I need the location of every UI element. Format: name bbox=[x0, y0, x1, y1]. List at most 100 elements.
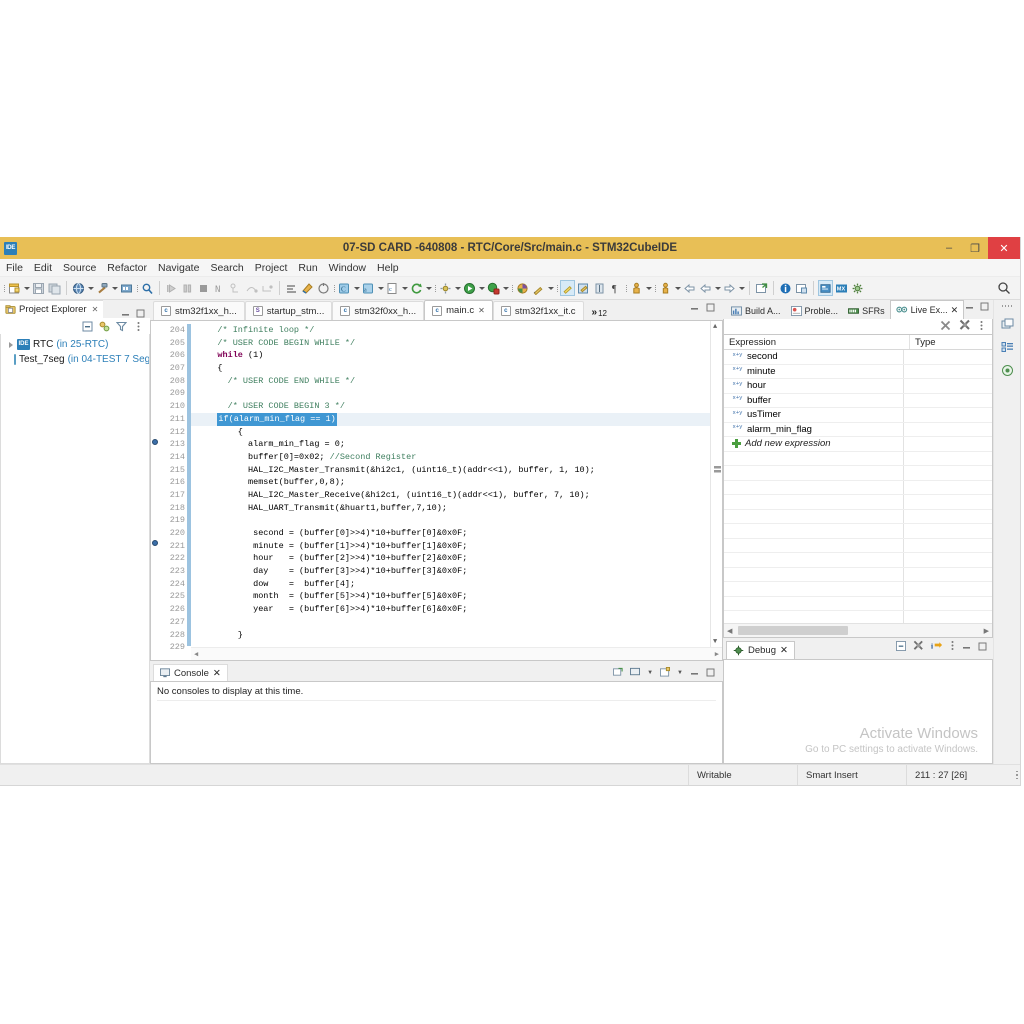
scroll-left-icon[interactable]: ◀ bbox=[194, 650, 198, 659]
gear-icon[interactable] bbox=[850, 280, 865, 296]
step-filters-icon[interactable]: i bbox=[931, 638, 943, 656]
table-row[interactable]: x+y buffer bbox=[724, 393, 992, 408]
status-resize-handle[interactable] bbox=[1014, 770, 1020, 780]
menu-item-search[interactable]: Search bbox=[210, 262, 243, 274]
debug-icon[interactable] bbox=[486, 280, 501, 296]
pilcrow-icon[interactable]: ¶ bbox=[608, 280, 623, 296]
table-row[interactable]: x+y usTimer bbox=[724, 408, 992, 423]
run-icon[interactable] bbox=[462, 280, 477, 296]
display-console-arrow[interactable]: ▼ bbox=[647, 670, 653, 676]
close-icon[interactable]: ✕ bbox=[213, 668, 221, 679]
tab-debug[interactable]: Debug ✕ bbox=[726, 641, 795, 659]
toolbar-drag-handle[interactable] bbox=[2, 281, 6, 295]
tab-live-expressions[interactable]: Live Ex... ✕ bbox=[889, 300, 965, 319]
display-console-icon[interactable] bbox=[630, 664, 641, 682]
open-perspective-icon[interactable] bbox=[515, 280, 530, 296]
build-icon[interactable] bbox=[71, 280, 86, 296]
tree-item-rtc[interactable]: IDE RTC (in 25-RTC) bbox=[1, 337, 149, 352]
close-icon[interactable]: ✕ bbox=[478, 306, 485, 315]
breakpoint-marker-213[interactable] bbox=[152, 439, 158, 445]
search-debug-icon[interactable] bbox=[140, 280, 155, 296]
toolbar-group-handle-2[interactable] bbox=[135, 281, 139, 295]
editor-tab-startup-stm[interactable]: S startup_stm... bbox=[244, 301, 333, 320]
menu-item-navigate[interactable]: Navigate bbox=[158, 262, 199, 274]
scroll-up-icon[interactable]: ▲ bbox=[713, 323, 717, 331]
pin-console-icon[interactable] bbox=[660, 664, 671, 682]
restore-window-button[interactable]: ❐ bbox=[962, 237, 988, 259]
properties-icon[interactable] bbox=[794, 280, 809, 296]
remove-all-expressions-icon[interactable] bbox=[959, 318, 971, 336]
table-row[interactable]: x+y alarm_min_flag bbox=[724, 422, 992, 437]
device-config-icon[interactable] bbox=[818, 280, 833, 296]
debug-arrow[interactable] bbox=[502, 280, 509, 296]
remove-expression-icon[interactable] bbox=[940, 318, 951, 336]
breakpoint-marker-221[interactable] bbox=[152, 540, 158, 546]
forward-arrow[interactable] bbox=[738, 280, 745, 296]
menu-item-edit[interactable]: Edit bbox=[34, 262, 52, 274]
table-row[interactable]: x+y minute bbox=[724, 364, 992, 379]
view-menu-icon[interactable] bbox=[133, 321, 144, 332]
project-tree[interactable]: IDE RTC (in 25-RTC) Test_7seg (in 04-TES… bbox=[0, 334, 150, 764]
scrollbar-thumb[interactable] bbox=[738, 626, 848, 635]
add-new-expression-row[interactable]: Add new expression bbox=[724, 437, 992, 452]
expressions-horizontal-scrollbar[interactable]: ◀ ▶ bbox=[724, 623, 992, 637]
hammer-dropdown-arrow[interactable] bbox=[111, 280, 118, 296]
new-dropdown-arrow[interactable] bbox=[23, 280, 30, 296]
instruction-stepping-icon[interactable] bbox=[300, 280, 315, 296]
minimize-window-button[interactable]: – bbox=[936, 237, 962, 259]
table-row[interactable]: x+y hour bbox=[724, 379, 992, 394]
minimize-icon[interactable] bbox=[121, 305, 130, 316]
collapse-all-icon[interactable] bbox=[896, 638, 906, 656]
back-arrow[interactable] bbox=[714, 280, 721, 296]
column-header-expression[interactable]: Expression bbox=[724, 335, 910, 349]
toolbar-group-handle-3[interactable] bbox=[332, 281, 336, 295]
person2-icon[interactable] bbox=[658, 280, 673, 296]
run-config-arrow[interactable] bbox=[454, 280, 461, 296]
close-icon[interactable]: ✕ bbox=[780, 645, 788, 656]
menu-item-run[interactable]: Run bbox=[298, 262, 317, 274]
fast-view-handle[interactable] bbox=[1001, 304, 1013, 308]
breakpoint-gutter[interactable] bbox=[151, 321, 160, 660]
toolbar-group-handle-7[interactable] bbox=[624, 281, 628, 295]
toolbar-group-handle-5[interactable] bbox=[510, 281, 514, 295]
pencil-edit-icon[interactable] bbox=[531, 280, 546, 296]
person-arrow[interactable] bbox=[645, 280, 652, 296]
tab-problems[interactable]: Proble... bbox=[785, 302, 844, 319]
table-row[interactable]: x+y second bbox=[724, 350, 992, 365]
toolbar-group-handle-6[interactable] bbox=[555, 281, 559, 295]
disconnect-all-icon[interactable] bbox=[913, 638, 924, 656]
search-icon[interactable] bbox=[996, 280, 1012, 296]
code-text[interactable]: /* Infinite loop */ /* USER CODE BEGIN W… bbox=[191, 321, 722, 660]
forward-icon[interactable] bbox=[722, 280, 737, 296]
menu-item-help[interactable]: Help bbox=[377, 262, 399, 274]
mx-icon[interactable]: MX bbox=[834, 280, 849, 296]
editor-vertical-scrollbar[interactable]: ▲ ▼ bbox=[710, 321, 722, 648]
build-dropdown-arrow[interactable] bbox=[87, 280, 94, 296]
maximize-icon[interactable] bbox=[706, 299, 715, 317]
scroll-right-icon[interactable]: ▶ bbox=[715, 650, 719, 659]
build-all-icon[interactable] bbox=[119, 280, 134, 296]
save-all-icon[interactable] bbox=[47, 280, 62, 296]
chevron-right-icon[interactable] bbox=[7, 341, 14, 348]
external-tools-icon[interactable] bbox=[754, 280, 769, 296]
view-filter-icon[interactable] bbox=[116, 321, 127, 332]
new-c-file-icon[interactable]: c bbox=[385, 280, 400, 296]
editor-tab-stm32f1xx-it-c[interactable]: c stm32f1xx_it.c bbox=[492, 301, 584, 320]
pin-console-arrow[interactable]: ▼ bbox=[677, 670, 683, 676]
editor-tab-stm32f1xx-h[interactable]: c stm32f1xx_h... bbox=[153, 301, 245, 320]
editor-tab-overflow[interactable]: » 12 bbox=[592, 307, 607, 320]
save-icon[interactable] bbox=[31, 280, 46, 296]
collapse-all-icon[interactable] bbox=[82, 321, 93, 332]
block-select-icon[interactable] bbox=[592, 280, 607, 296]
open-console-icon[interactable] bbox=[613, 664, 623, 682]
new-icon[interactable] bbox=[7, 280, 22, 296]
person2-arrow[interactable] bbox=[674, 280, 681, 296]
maximize-icon[interactable] bbox=[980, 298, 989, 316]
close-icon[interactable]: ✕ bbox=[92, 305, 99, 314]
editor-tab-stm32f0xx-h[interactable]: c stm32f0xx_h... bbox=[332, 301, 425, 320]
editor-tab-main-c[interactable]: c main.c ✕ bbox=[424, 300, 493, 320]
menu-item-file[interactable]: File bbox=[6, 262, 23, 274]
tab-build-analyzer[interactable]: Build A... bbox=[726, 302, 786, 319]
refresh-arrow[interactable] bbox=[425, 280, 432, 296]
maximize-icon[interactable] bbox=[706, 664, 715, 682]
